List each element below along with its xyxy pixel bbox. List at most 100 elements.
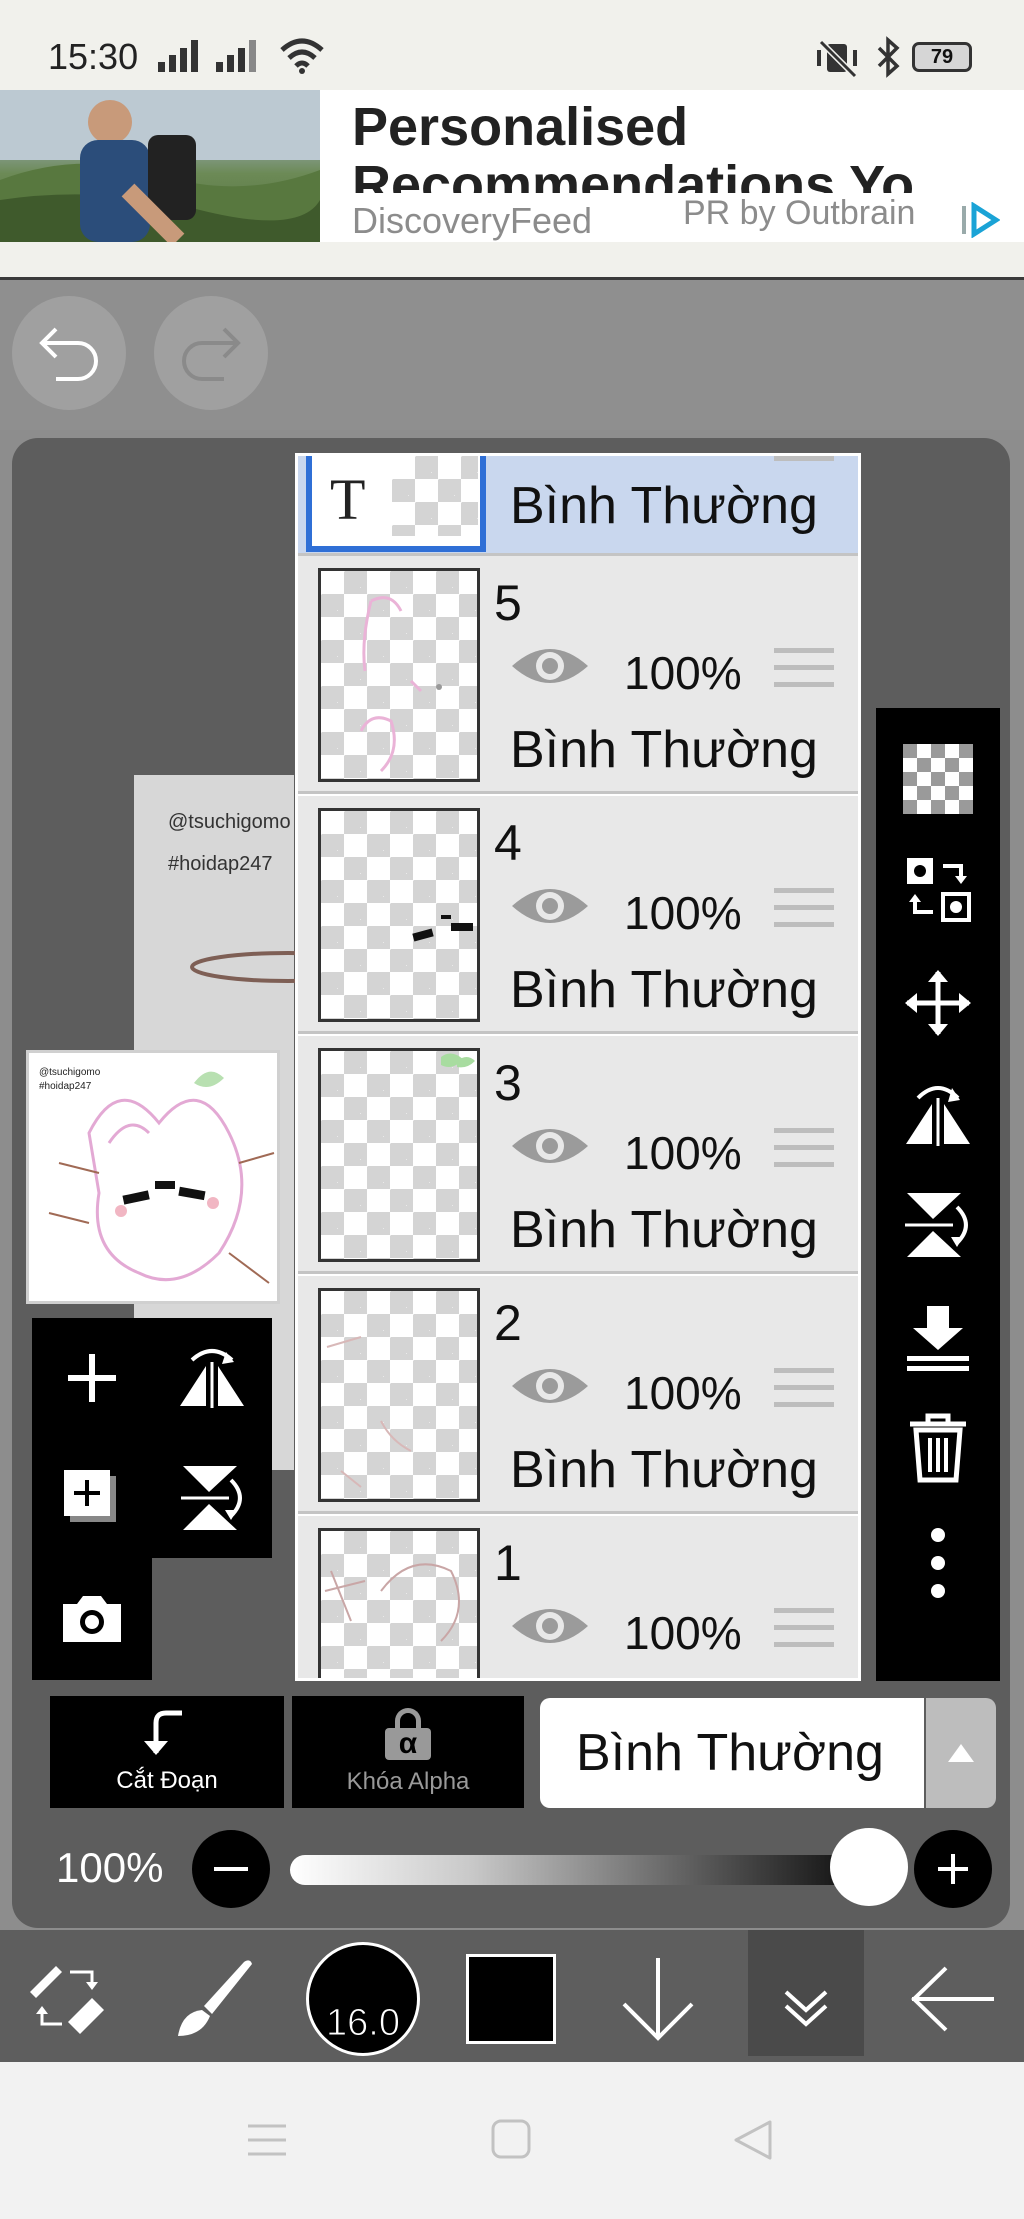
undo-button[interactable]	[12, 296, 126, 410]
brush-eraser-swap-icon	[30, 1966, 104, 2034]
flip-vertical-button[interactable]	[876, 1170, 1000, 1280]
ad-image[interactable]	[0, 90, 320, 242]
bottom-toolbar: 16.0	[0, 1930, 1024, 2062]
recents-nav-button[interactable]	[246, 2122, 288, 2163]
layer-blend-mode[interactable]: Bình Thường	[510, 1200, 818, 1260]
layer-opacity: 100%	[624, 887, 742, 939]
opacity-decrease-button[interactable]	[192, 1830, 270, 1908]
arrow-left-icon	[911, 1966, 994, 2032]
blend-mode-select[interactable]: Bình Thường	[540, 1698, 924, 1808]
ad-source: DiscoveryFeed	[352, 200, 593, 241]
merge-down-button[interactable]	[876, 1282, 1000, 1392]
back-nav-button[interactable]	[732, 2118, 774, 2167]
blend-mode-dropdown-button[interactable]	[926, 1698, 996, 1808]
trash-icon	[910, 1413, 966, 1483]
drag-handle-icon[interactable]	[774, 1128, 834, 1179]
opacity-slider-thumb[interactable]	[830, 1828, 908, 1906]
vibrate-mute-icon	[816, 38, 858, 78]
alpha-lock-label: Khóa Alpha	[346, 1768, 470, 1795]
layer-blend-mode[interactable]: Bình Thường	[510, 960, 818, 1020]
drag-handle-icon[interactable]	[774, 1368, 834, 1419]
status-time: 15:30	[48, 36, 139, 77]
eye-icon[interactable]	[508, 1118, 592, 1174]
move-button[interactable]	[876, 948, 1000, 1058]
transparency-pattern	[392, 456, 478, 536]
flip-horizontal-icon	[180, 1349, 244, 1408]
clipping-button[interactable]: Cắt Đoạn	[50, 1696, 284, 1808]
status-bar: 15:30 79	[0, 0, 1024, 90]
duplicate-layer-button[interactable]	[32, 1438, 152, 1558]
flip-horizontal-button[interactable]	[876, 1058, 1000, 1168]
back-button[interactable]	[908, 1964, 998, 2039]
layer-thumbnail: T	[306, 456, 486, 552]
eye-icon[interactable]	[508, 638, 592, 694]
layer-name: 2	[494, 1295, 522, 1351]
menu-icon	[248, 2124, 286, 2156]
alpha-lock-button[interactable]: α Khóa Alpha	[292, 1696, 524, 1808]
color-swatch-button[interactable]	[466, 1954, 556, 2044]
layer-item-3[interactable]: 3 100% Bình Thường	[298, 1036, 858, 1274]
checkerboard-icon	[903, 744, 973, 814]
ad-banner[interactable]: Personalised Recommendations Yo Discover…	[0, 90, 1024, 242]
add-layer-button[interactable]	[32, 1318, 152, 1438]
brush-size-button[interactable]: 16.0	[306, 1942, 420, 2056]
layer-opacity: 100%	[624, 1127, 742, 1179]
canvas-sketch	[190, 951, 298, 983]
arrow-down-icon	[622, 1958, 694, 2041]
layer-item-4[interactable]: 4 100% Bình Thường	[298, 796, 858, 1034]
layer-blend-mode[interactable]: Bình Thường	[510, 1440, 818, 1500]
more-options-button[interactable]	[876, 1508, 1000, 1618]
ad-sponsor[interactable]: PR by Outbrain	[683, 194, 915, 233]
layer-thumbnail	[318, 808, 480, 1022]
double-chevron-down-icon	[784, 1990, 828, 2027]
layer-down-button[interactable]	[618, 1954, 698, 2049]
flip-vertical-layer-button[interactable]	[152, 1438, 272, 1558]
ad-headline[interactable]: Personalised Recommendations Yo	[352, 98, 1024, 193]
layer-blend-mode[interactable]: Bình Thường	[510, 720, 818, 780]
drag-handle-icon[interactable]	[774, 456, 834, 473]
wifi-icon	[280, 38, 324, 74]
layer-item-text[interactable]: T Bình Thường	[298, 456, 858, 556]
delete-layer-button[interactable]	[876, 1392, 1000, 1502]
opacity-slider-track[interactable]	[290, 1855, 890, 1885]
redo-icon	[182, 327, 241, 381]
layer-opacity: 100%	[624, 647, 742, 699]
layer-blend-mode: Bình Thường	[510, 477, 818, 535]
undo-icon	[39, 327, 98, 381]
opacity-increase-button[interactable]	[914, 1830, 992, 1908]
lock-icon: α	[383, 1708, 433, 1760]
eye-icon[interactable]	[508, 1598, 592, 1654]
flip-vertical-icon	[905, 1193, 968, 1257]
home-nav-button[interactable]	[490, 2118, 532, 2165]
layer-item-2[interactable]: 2 100% Bình Thường	[298, 1276, 858, 1514]
layer-thumbnail	[318, 1048, 480, 1262]
layer-item-5[interactable]: 5 100% Bình Thường	[298, 556, 858, 794]
drag-handle-icon[interactable]	[774, 1608, 834, 1659]
layer-name: 5	[494, 575, 522, 631]
adchoices-icon[interactable]	[960, 202, 1000, 238]
eye-icon[interactable]	[508, 1358, 592, 1414]
plus-icon	[68, 1354, 116, 1402]
canvas-preview[interactable]: @tsuchigomo #hoidap247	[26, 1050, 280, 1304]
flip-vertical-icon	[181, 1466, 242, 1530]
camera-button[interactable]	[32, 1558, 152, 1678]
triangle-up-icon	[948, 1744, 974, 1762]
layer-swap-button[interactable]	[876, 834, 1000, 944]
eye-icon[interactable]	[508, 878, 592, 934]
redo-button[interactable]	[154, 296, 268, 410]
ad-divider	[0, 242, 1024, 280]
drag-handle-icon[interactable]	[774, 648, 834, 699]
brush-eraser-toggle-button[interactable]	[22, 1952, 112, 2047]
drag-handle-icon[interactable]	[774, 888, 834, 939]
layers-toggle-button[interactable]	[748, 1930, 864, 2056]
layers-panel[interactable]: T Bình Thường 5 100% Bình Thường 4 100% …	[295, 453, 861, 1681]
transparency-button[interactable]	[876, 724, 1000, 834]
layer-opacity: 100%	[624, 1607, 742, 1659]
bluetooth-icon	[877, 36, 900, 78]
system-navigation-bar	[0, 2062, 1024, 2219]
brush-tool-button[interactable]	[168, 1952, 258, 2047]
flip-horizontal-layer-button[interactable]	[152, 1318, 272, 1438]
move-icon	[905, 970, 971, 1036]
layer-name: 3	[494, 1055, 522, 1111]
layer-item-1[interactable]: 1 100%	[298, 1516, 858, 1678]
